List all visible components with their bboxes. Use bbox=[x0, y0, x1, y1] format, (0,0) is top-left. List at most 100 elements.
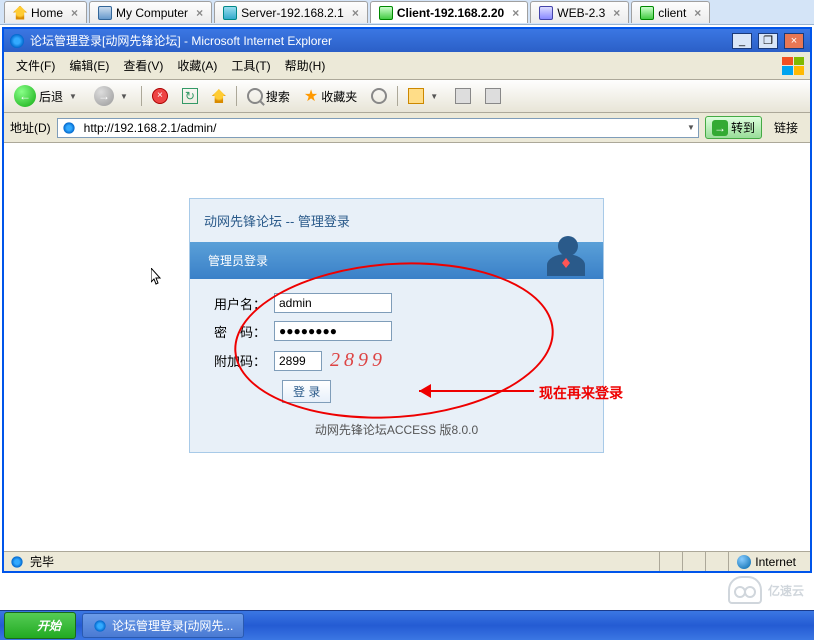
status-segment bbox=[659, 552, 676, 571]
menu-tools[interactable]: 工具(T) bbox=[225, 55, 276, 76]
close-icon[interactable]: × bbox=[694, 6, 701, 20]
ie-window: 论坛管理登录[动网先锋论坛] - Microsoft Internet Expl… bbox=[2, 27, 812, 573]
tab-label: Client-192.168.2.20 bbox=[397, 6, 504, 20]
page-icon bbox=[63, 122, 74, 133]
refresh-icon: ↻ bbox=[182, 88, 198, 104]
task-label: 论坛管理登录[动网先... bbox=[112, 617, 233, 634]
back-label: 后退 bbox=[39, 88, 63, 105]
links-button[interactable]: 链接 bbox=[768, 117, 804, 138]
tab-label: My Computer bbox=[116, 6, 188, 20]
print-button[interactable] bbox=[451, 86, 475, 106]
windows-flag-icon bbox=[782, 57, 804, 75]
username-input[interactable] bbox=[274, 293, 392, 313]
client-icon bbox=[379, 6, 393, 20]
tab-web[interactable]: WEB-2.3 × bbox=[530, 1, 629, 23]
close-icon[interactable]: × bbox=[613, 6, 620, 20]
close-button[interactable]: × bbox=[784, 33, 804, 49]
forward-button[interactable]: →▼ bbox=[90, 84, 135, 108]
page-icon bbox=[11, 556, 22, 567]
watermark-text: 亿速云 bbox=[768, 582, 804, 599]
login-button[interactable]: 登 录 bbox=[282, 380, 331, 403]
search-button[interactable]: 搜索 bbox=[243, 86, 294, 107]
close-icon[interactable]: × bbox=[512, 6, 519, 20]
tab-label: WEB-2.3 bbox=[557, 6, 605, 20]
menu-file[interactable]: 文件(F) bbox=[10, 55, 61, 76]
captcha-label: 附加码： bbox=[210, 351, 274, 370]
menu-help[interactable]: 帮助(H) bbox=[279, 55, 332, 76]
tab-client[interactable]: Client-192.168.2.20 × bbox=[370, 1, 528, 23]
login-header-title: 管理员登录 bbox=[208, 252, 268, 269]
tab-home[interactable]: Home× bbox=[4, 1, 87, 23]
watermark: 亿速云 bbox=[728, 576, 804, 604]
password-input[interactable] bbox=[274, 321, 392, 341]
stop-button[interactable]: × bbox=[148, 86, 172, 106]
home-button[interactable] bbox=[208, 87, 230, 105]
close-icon[interactable]: × bbox=[196, 6, 203, 20]
go-label: 转到 bbox=[731, 119, 755, 136]
globe-icon bbox=[737, 555, 751, 569]
star-icon: ★ bbox=[304, 86, 318, 106]
back-button[interactable]: ←后退▼ bbox=[10, 83, 84, 109]
history-button[interactable] bbox=[367, 86, 391, 106]
go-button[interactable]: →转到 bbox=[705, 116, 762, 139]
search-icon bbox=[247, 88, 263, 104]
ie-statusbar: 完毕 Internet bbox=[4, 551, 810, 571]
start-label: 开始 bbox=[37, 617, 61, 634]
chevron-down-icon: ▼ bbox=[427, 92, 441, 101]
ie-titlebar: 论坛管理登录[动网先锋论坛] - Microsoft Internet Expl… bbox=[4, 29, 810, 52]
history-icon bbox=[371, 88, 387, 104]
annotation-text: 现在再来登录 bbox=[539, 383, 623, 403]
minimize-button[interactable]: _ bbox=[732, 33, 752, 49]
ie-toolbar: ←后退▼ →▼ × ↻ 搜索 ★收藏夹 ▼ bbox=[4, 80, 810, 113]
computer-icon bbox=[98, 6, 112, 20]
edit-page-button[interactable] bbox=[481, 86, 505, 106]
address-label: 地址(D) bbox=[10, 119, 51, 136]
menu-edit[interactable]: 编辑(E) bbox=[63, 55, 115, 76]
forward-icon: → bbox=[94, 86, 114, 106]
separator bbox=[397, 86, 398, 106]
status-zone: Internet bbox=[728, 552, 804, 571]
server-icon bbox=[223, 6, 237, 20]
ie-menubar: 文件(F) 编辑(E) 查看(V) 收藏(A) 工具(T) 帮助(H) bbox=[4, 52, 810, 80]
cursor-icon bbox=[151, 268, 163, 286]
favorites-label: 收藏夹 bbox=[321, 88, 357, 105]
status-segment bbox=[682, 552, 699, 571]
go-arrow-icon: → bbox=[712, 120, 728, 136]
refresh-button[interactable]: ↻ bbox=[178, 86, 202, 106]
menu-view[interactable]: 查看(V) bbox=[117, 55, 169, 76]
ie-icon bbox=[94, 620, 105, 631]
home-icon bbox=[212, 89, 226, 103]
avatar-icon bbox=[547, 236, 589, 278]
username-row: 用户名： bbox=[210, 293, 583, 313]
tab-server[interactable]: Server-192.168.2.1 × bbox=[214, 1, 368, 23]
tab-client2[interactable]: client× bbox=[631, 1, 710, 23]
start-button[interactable]: 开始 bbox=[4, 612, 76, 639]
maximize-button[interactable]: ❐ bbox=[758, 33, 778, 49]
workspace-tab-bar: Home× My Computer × Server-192.168.2.1 × C… bbox=[0, 0, 814, 25]
favorites-button[interactable]: ★收藏夹 bbox=[300, 84, 361, 108]
password-row: 密 码： bbox=[210, 321, 583, 341]
chevron-down-icon: ▼ bbox=[66, 92, 80, 101]
tab-label: Server-192.168.2.1 bbox=[241, 6, 344, 20]
password-label: 密 码： bbox=[210, 322, 274, 341]
captcha-input[interactable] bbox=[274, 351, 322, 371]
search-label: 搜索 bbox=[266, 88, 290, 105]
tab-mycomputer[interactable]: My Computer × bbox=[89, 1, 212, 23]
client-icon bbox=[640, 6, 654, 20]
taskbar-item[interactable]: 论坛管理登录[动网先... bbox=[82, 613, 244, 638]
ie-logo-icon bbox=[10, 34, 24, 48]
print-icon bbox=[455, 88, 471, 104]
mail-icon bbox=[408, 88, 424, 104]
address-bar: 地址(D) ▼ →转到 链接 bbox=[4, 113, 810, 143]
login-header: 管理员登录 bbox=[190, 242, 603, 279]
mail-button[interactable]: ▼ bbox=[404, 86, 445, 106]
submit-row: 登 录 bbox=[282, 380, 583, 403]
close-icon[interactable]: × bbox=[352, 6, 359, 20]
menu-favorites[interactable]: 收藏(A) bbox=[171, 55, 223, 76]
edit-icon bbox=[485, 88, 501, 104]
close-icon[interactable]: × bbox=[71, 6, 78, 20]
captcha-row: 附加码： 2899 bbox=[210, 349, 583, 372]
url-input[interactable] bbox=[80, 121, 684, 135]
username-label: 用户名： bbox=[210, 294, 274, 313]
chevron-down-icon[interactable]: ▼ bbox=[684, 123, 698, 132]
